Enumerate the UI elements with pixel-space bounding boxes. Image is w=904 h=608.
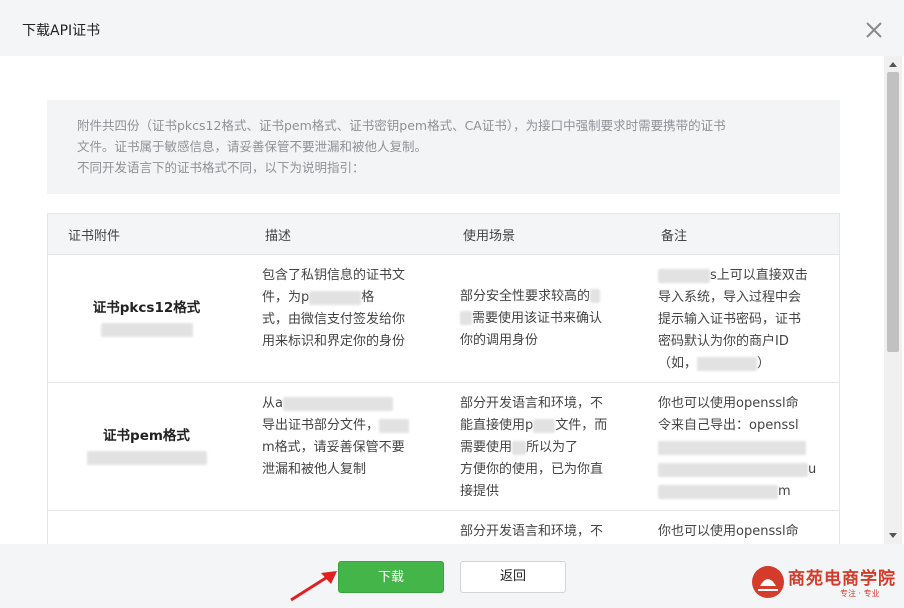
scrollbar-thumb[interactable] xyxy=(887,72,899,352)
table-row: 部分开发语言和环境，不 你也可以使用openssl命 xyxy=(48,511,839,544)
header-attachment: 证书附件 xyxy=(68,229,121,244)
usage-text: 需要使用该证书来确认 xyxy=(472,310,603,326)
dialog-title: 下载API证书 xyxy=(22,23,101,39)
usage-text: 所以为了 xyxy=(526,440,579,455)
note-line: 提示输入证书密码，证书 xyxy=(658,312,802,327)
note-line: 你也可以使用openssl命 xyxy=(658,396,799,411)
scroll-up-arrow-icon[interactable] xyxy=(889,62,897,67)
usage-line: 部分开发语言和环境，不 xyxy=(460,524,604,539)
note-text: m xyxy=(778,484,791,499)
cert-filename xyxy=(58,447,235,469)
desc-cell: 包含了私钥信息的证书文 件，为p 格 式，由微信支付签发给你 用来标识和界定你的身… xyxy=(245,255,443,382)
table-header: 证书附件 描述 使用场景 备注 xyxy=(48,214,839,255)
note-line xyxy=(658,437,825,459)
usage-cell: 部分开发语言和环境，不 xyxy=(443,511,641,544)
red-arrow-icon xyxy=(290,571,337,602)
header-description: 描述 xyxy=(265,229,292,244)
desc-line: 泄漏和被他人复制 xyxy=(262,462,367,477)
usage-line: 接提供 xyxy=(460,484,500,499)
note-line: u xyxy=(658,459,825,481)
usage-line: 方便你的使用，已为你直 xyxy=(460,462,604,477)
table-row: 证书pem格式 从a 导出证书部分文件， m格式，请妥善保管不要 泄漏和被他人复… xyxy=(48,383,839,511)
note-line: 导入系统，导入过程中会 xyxy=(658,290,802,305)
scroll-down-arrow-icon[interactable] xyxy=(889,533,897,538)
note-cell: 你也可以使用openssl命 令来自己导出：openssl u m xyxy=(641,383,839,510)
dialog-header: 下载API证书 xyxy=(0,0,904,56)
note-line: s上可以直接双击 xyxy=(658,265,825,287)
desc-cell: 从a 导出证书部分文件， m格式，请妥善保管不要 泄漏和被他人复制 xyxy=(245,383,443,510)
usage-line: 需要使用 所以为了 xyxy=(460,437,627,459)
desc-text: 导出证书部分文件， xyxy=(262,418,380,433)
note-cell: 你也可以使用openssl命 xyxy=(641,511,839,544)
desc-line: 导出证书部分文件， xyxy=(262,415,429,437)
note-text: ） xyxy=(757,356,771,371)
cert-name-cell xyxy=(48,511,245,544)
usage-line: 部分开发语言和环境，不 xyxy=(460,396,604,411)
cert-name: 证书pkcs12格式 xyxy=(92,299,201,316)
note-text: u xyxy=(808,462,817,477)
cert-notice: 附件共四份（证书pkcs12格式、证书pem格式、证书密钥pem格式、CA证书）… xyxy=(47,100,840,194)
desc-line: 包含了私钥信息的证书文 xyxy=(262,268,406,283)
note-line: m xyxy=(658,481,825,503)
desc-line: m格式，请妥善保管不要 xyxy=(262,440,405,455)
cert-name-cell: 证书pem格式 xyxy=(48,383,245,510)
desc-line: 式，由微信支付签发给你 xyxy=(262,312,406,327)
desc-text: 从a xyxy=(262,396,283,411)
table-row: 证书pkcs12格式 包含了私钥信息的证书文 件，为p 格 式，由微信支付签发给你… xyxy=(48,255,839,383)
desc-line: 件，为p 格 xyxy=(262,287,429,309)
watermark-logo: 商苑电商学院 专注 · 专业 xyxy=(748,560,900,604)
note-line: 密码默认为你的商户ID xyxy=(658,334,789,349)
desc-text: 格 xyxy=(361,290,375,305)
usage-line: 能直接使用p 文件，而 xyxy=(460,415,627,437)
download-button[interactable]: 下载 xyxy=(338,561,444,593)
download-api-cert-dialog: 下载API证书 附件共四份（证书pkcs12格式、证书pem格式、证书密钥pem… xyxy=(0,0,904,608)
usage-text: 需要使用 xyxy=(460,440,513,455)
usage-line: 需要使用该证书来确认 xyxy=(460,308,627,330)
back-button[interactable]: 返回 xyxy=(460,561,566,593)
usage-text: 能直接使用p xyxy=(460,418,534,433)
close-icon[interactable] xyxy=(862,18,886,42)
header-usage: 使用场景 xyxy=(463,229,516,244)
note-line: （如， ） xyxy=(658,353,825,375)
notice-line-1: 附件共四份（证书pkcs12格式、证书pem格式、证书密钥pem格式、CA证书）… xyxy=(77,118,726,133)
usage-line: 你的调用身份 xyxy=(460,332,539,348)
desc-line: 从a xyxy=(262,393,429,415)
logo-icon xyxy=(752,566,784,598)
desc-text: 件，为p xyxy=(262,290,310,305)
note-line: 令来自己导出：openssl xyxy=(658,418,799,433)
note-text: （如， xyxy=(658,356,698,371)
note-cell: s上可以直接双击 导入系统，导入过程中会 提示输入证书密码，证书 密码默认为你的… xyxy=(641,255,839,382)
cert-table: 证书附件 描述 使用场景 备注 证书pkcs12格式 包含了私钥信息的证书文 件… xyxy=(47,213,840,544)
desc-line: 用来标识和界定你的身份 xyxy=(262,334,406,349)
cert-name: 证书pem格式 xyxy=(103,427,190,444)
dialog-body[interactable]: 附件共四份（证书pkcs12格式、证书pem格式、证书密钥pem格式、CA证书）… xyxy=(2,56,884,544)
cert-filename xyxy=(58,319,235,341)
usage-line: 部分安全性要求较高的 xyxy=(460,286,627,308)
desc-cell xyxy=(245,511,443,544)
note-line: 你也可以使用openssl命 xyxy=(658,524,799,539)
usage-cell: 部分安全性要求较高的 需要使用该证书来确认 你的调用身份 xyxy=(443,255,641,382)
notice-line-2: 文件。证书属于敏感信息，请妥善保管不要泄漏和被他人复制。 xyxy=(77,139,428,154)
cert-name-cell: 证书pkcs12格式 xyxy=(48,255,245,382)
watermark-tagline: 专注 · 专业 xyxy=(840,589,880,598)
usage-cell: 部分开发语言和环境，不 能直接使用p 文件，而 需要使用 所以为了 方便你的使用，已… xyxy=(443,383,641,510)
vertical-scrollbar[interactable] xyxy=(884,56,902,544)
watermark-name: 商苑电商学院 xyxy=(788,569,896,589)
usage-text: 部分安全性要求较高的 xyxy=(460,288,591,304)
notice-line-3: 不同开发语言下的证书格式不同，以下为说明指引： xyxy=(77,160,365,175)
usage-text: 文件，而 xyxy=(555,418,608,433)
note-text: s上可以直接双击 xyxy=(710,268,808,283)
header-note: 备注 xyxy=(661,229,688,244)
